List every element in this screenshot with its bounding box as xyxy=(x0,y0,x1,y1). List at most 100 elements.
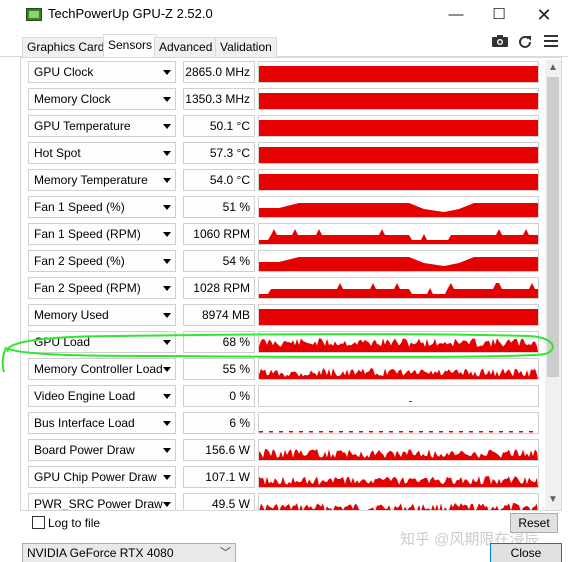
sensor-row: GPU Chip Power Draw 107.1 W xyxy=(26,465,544,488)
sensor-row: Memory Clock 1350.3 MHz xyxy=(26,87,544,110)
sensor-graph xyxy=(258,88,539,110)
sensor-value: 8974 MB xyxy=(183,304,255,326)
sensor-row: Hot Spot 57.3 °C xyxy=(26,141,544,164)
sensor-graph xyxy=(258,196,539,218)
sensor-value: 1060 RPM xyxy=(183,223,255,245)
dropdown-arrow-icon xyxy=(163,259,171,264)
sensor-value: 54.0 °C xyxy=(183,169,255,191)
sensor-name-label: Hot Spot xyxy=(34,146,81,160)
sensor-row: GPU Load 68 % xyxy=(26,330,544,353)
tab-validation[interactable]: Validation xyxy=(215,37,277,57)
window-title: TechPowerUp GPU-Z 2.52.0 xyxy=(48,6,213,21)
sensor-name-select[interactable]: Fan 1 Speed (%) xyxy=(28,196,176,218)
camera-icon[interactable] xyxy=(491,34,509,50)
tab-graphics-card[interactable]: Graphics Card xyxy=(22,37,110,57)
tab-advanced[interactable]: Advanced xyxy=(154,37,218,57)
sensor-value: 0 % xyxy=(183,385,255,407)
sensor-name-select[interactable]: Hot Spot xyxy=(28,142,176,164)
sensor-scrollbar[interactable]: ▲ ▼ xyxy=(545,60,561,510)
close-window-button[interactable]: ✕ xyxy=(521,0,567,30)
dropdown-arrow-icon xyxy=(163,232,171,237)
sensor-list[interactable]: GPU Clock 2865.0 MHz Memory Clock 1350.3… xyxy=(26,60,544,510)
sensor-name-label: GPU Temperature xyxy=(34,119,131,133)
sensor-name-label: Memory Used xyxy=(34,308,109,322)
log-to-file-checkbox[interactable] xyxy=(32,516,45,529)
sensor-name-select[interactable]: Video Engine Load xyxy=(28,385,176,407)
sensor-graph xyxy=(258,250,539,272)
dropdown-arrow-icon xyxy=(163,313,171,318)
dropdown-arrow-icon xyxy=(163,502,171,507)
maximize-button[interactable]: ☐ xyxy=(476,0,522,30)
sensor-name-label: Memory Temperature xyxy=(34,173,148,187)
sensor-name-select[interactable]: Memory Controller Load xyxy=(28,358,176,380)
sensor-row: Fan 2 Speed (RPM) 1028 RPM xyxy=(26,276,544,299)
sensor-name-label: GPU Clock xyxy=(34,65,94,79)
sensor-name-select[interactable]: GPU Chip Power Draw xyxy=(28,466,176,488)
scroll-thumb[interactable] xyxy=(547,77,559,377)
sensor-graph xyxy=(258,61,539,83)
sensor-row: Memory Controller Load 55 % xyxy=(26,357,544,380)
refresh-icon[interactable] xyxy=(516,34,534,50)
dropdown-arrow-icon xyxy=(163,124,171,129)
dropdown-arrow-icon xyxy=(163,367,171,372)
sensor-value: 49.5 W xyxy=(183,493,255,510)
close-button[interactable]: Close xyxy=(490,543,562,562)
dropdown-arrow-icon xyxy=(163,394,171,399)
sensor-row: Fan 1 Speed (RPM) 1060 RPM xyxy=(26,222,544,245)
sensor-name-select[interactable]: GPU Clock xyxy=(28,61,176,83)
gpu-z-app-icon xyxy=(26,8,42,21)
sensor-graph xyxy=(258,439,539,461)
sensor-name-label: Fan 2 Speed (%) xyxy=(34,254,125,268)
sensor-value: 50.1 °C xyxy=(183,115,255,137)
dropdown-arrow-icon xyxy=(163,97,171,102)
sensor-graph xyxy=(258,169,539,191)
dropdown-arrow-icon xyxy=(163,421,171,426)
sensor-graph xyxy=(258,277,539,299)
sensor-name-select[interactable]: Fan 2 Speed (RPM) xyxy=(28,277,176,299)
device-select-value: NVIDIA GeForce RTX 4080 xyxy=(27,546,174,560)
sensor-name-select[interactable]: Fan 2 Speed (%) xyxy=(28,250,176,272)
sensor-value: 68 % xyxy=(183,331,255,353)
sensor-name-select[interactable]: Memory Used xyxy=(28,304,176,326)
sensor-row: Fan 1 Speed (%) 51 % xyxy=(26,195,544,218)
sensor-row: Fan 2 Speed (%) 54 % xyxy=(26,249,544,272)
device-select[interactable]: NVIDIA GeForce RTX 4080 ﹀ xyxy=(22,543,236,562)
sensor-row: Memory Temperature 54.0 °C xyxy=(26,168,544,191)
sensor-value: 1028 RPM xyxy=(183,277,255,299)
scroll-up-arrow-icon[interactable]: ▲ xyxy=(545,60,561,76)
sensor-value: 107.1 W xyxy=(183,466,255,488)
tab-sensors[interactable]: Sensors xyxy=(103,34,158,58)
sensor-graph xyxy=(258,331,539,353)
sensor-name-select[interactable]: Memory Temperature xyxy=(28,169,176,191)
sensor-value: 2865.0 MHz xyxy=(183,61,255,83)
dropdown-arrow-icon xyxy=(163,448,171,453)
sensor-name-label: GPU Chip Power Draw xyxy=(34,470,157,484)
sensor-row: PWR_SRC Power Draw 49.5 W xyxy=(26,492,544,510)
scroll-down-arrow-icon[interactable]: ▼ xyxy=(545,492,561,508)
sensor-name-label: Video Engine Load xyxy=(34,389,136,403)
tab-bar: Graphics Card Sensors Advanced Validatio… xyxy=(0,30,568,58)
dropdown-arrow-icon xyxy=(163,205,171,210)
sensor-name-select[interactable]: GPU Load xyxy=(28,331,176,353)
sensor-value: 1350.3 MHz xyxy=(183,88,255,110)
dropdown-arrow-icon xyxy=(163,178,171,183)
minimize-button[interactable]: — xyxy=(433,0,479,30)
sensor-name-label: Board Power Draw xyxy=(34,443,135,457)
sensor-name-select[interactable]: Bus Interface Load xyxy=(28,412,176,434)
sensor-graph xyxy=(258,142,539,164)
menu-icon[interactable] xyxy=(542,34,560,50)
sensor-name-label: Fan 1 Speed (%) xyxy=(34,200,125,214)
dropdown-arrow-icon xyxy=(163,151,171,156)
sensor-name-select[interactable]: Fan 1 Speed (RPM) xyxy=(28,223,176,245)
sensor-name-select[interactable]: GPU Temperature xyxy=(28,115,176,137)
sensor-graph xyxy=(258,304,539,326)
sensor-row: Memory Used 8974 MB xyxy=(26,303,544,326)
sensor-graph xyxy=(258,466,539,488)
dropdown-arrow-icon xyxy=(163,340,171,345)
sensor-name-select[interactable]: PWR_SRC Power Draw xyxy=(28,493,176,510)
sensor-name-select[interactable]: Board Power Draw xyxy=(28,439,176,461)
sensor-graph xyxy=(258,358,539,380)
sensor-graph xyxy=(258,385,539,407)
sensor-row: Board Power Draw 156.6 W xyxy=(26,438,544,461)
sensor-name-select[interactable]: Memory Clock xyxy=(28,88,176,110)
